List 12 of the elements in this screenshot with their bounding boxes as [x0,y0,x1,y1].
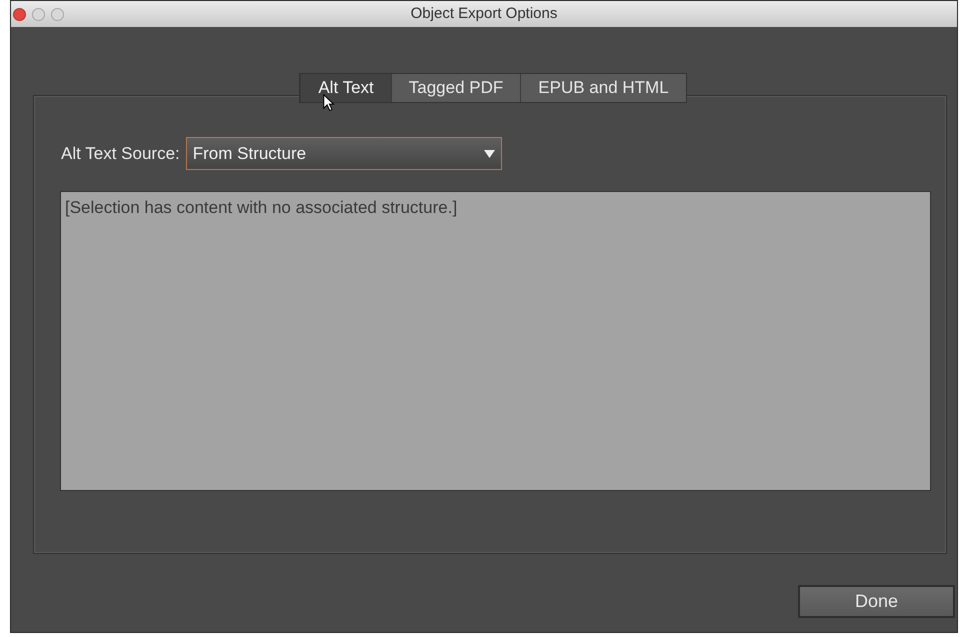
close-button[interactable] [13,8,26,20]
alt-text-source-dropdown[interactable]: From Structure [186,137,502,170]
field-label: Alt Text Source: [61,142,180,165]
done-button[interactable]: Done [798,585,955,618]
tab[interactable]: Tagged PDF [390,74,520,102]
mouse-cursor-icon [323,94,335,112]
minimize-button[interactable] [32,8,45,20]
window-title: Object Export Options [410,4,558,24]
tab[interactable]: EPUB and HTML [520,74,686,102]
tab[interactable]: Alt Text [300,74,391,102]
dropdown-arrow-icon [484,150,495,158]
zoom-button[interactable] [51,8,64,20]
